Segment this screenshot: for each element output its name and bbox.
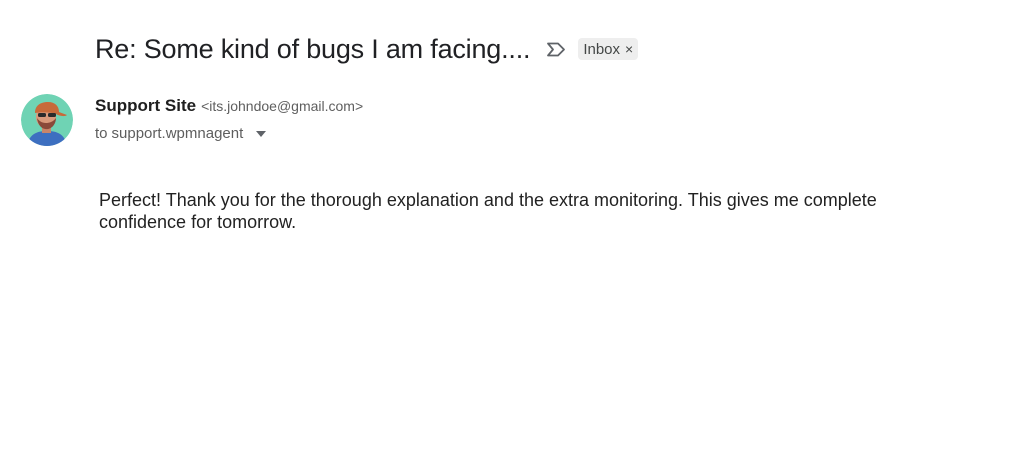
sender-line: Support Site <its.johndoe@gmail.com> <box>95 96 363 116</box>
sender-name[interactable]: Support Site <box>95 96 196 116</box>
recipient-name: support.wpmnagent <box>111 125 244 142</box>
to-prefix: to <box>95 125 108 142</box>
important-marker-icon[interactable] <box>546 41 568 57</box>
inbox-label-chip: Inbox × <box>578 38 639 60</box>
sender-avatar[interactable] <box>21 94 73 146</box>
email-subject: Re: Some kind of bugs I am facing.... <box>95 33 531 64</box>
email-body: Perfect! Thank you for the thorough expl… <box>99 190 877 232</box>
subject-row: Re: Some kind of bugs I am facing.... In… <box>95 30 639 68</box>
chevron-down-icon[interactable] <box>255 129 267 139</box>
sender-email: <its.johndoe@gmail.com> <box>201 98 364 114</box>
remove-label-icon[interactable]: × <box>625 42 633 56</box>
recipient-line: to support.wpmnagent <box>95 125 267 142</box>
label-name: Inbox <box>583 40 621 58</box>
